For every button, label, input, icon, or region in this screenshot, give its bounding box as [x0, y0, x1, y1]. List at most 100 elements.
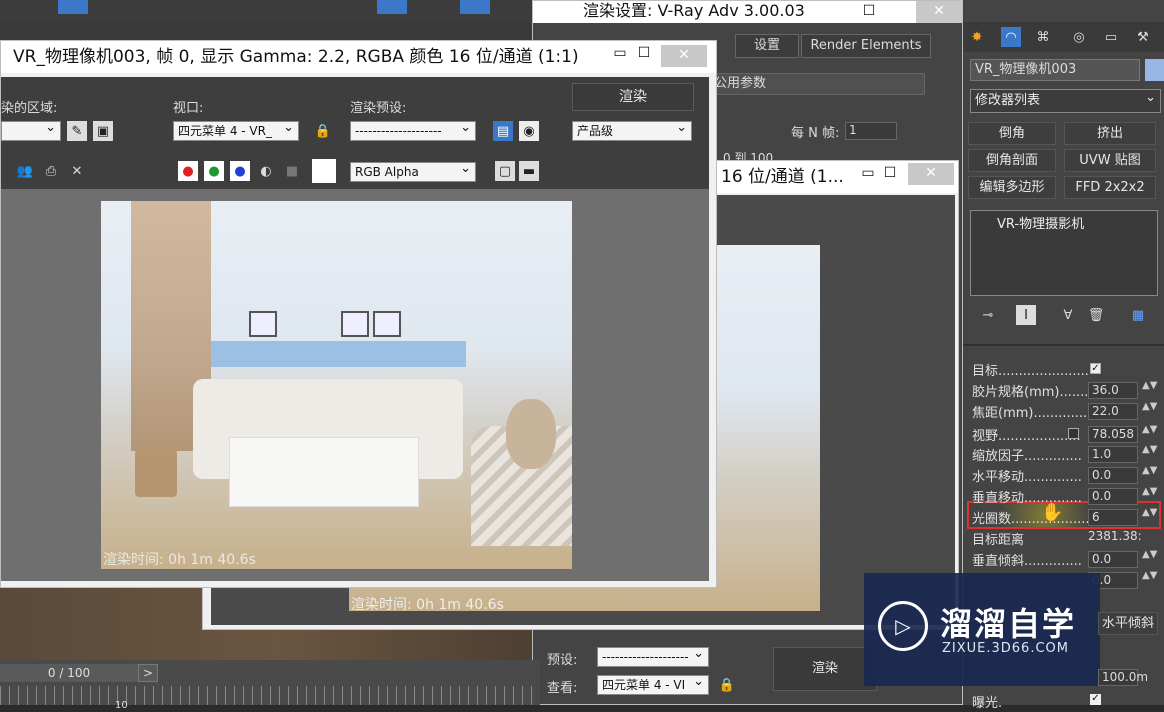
viewport-label: 视口: [173, 101, 204, 116]
view-label: 查看: [547, 681, 578, 696]
param-value[interactable]: 0.0 [1088, 467, 1138, 484]
modifier-edit-poly-button[interactable]: 编辑多边形 [968, 176, 1056, 199]
blue-channel-button[interactable]: ● [230, 161, 250, 181]
remove-modifier-icon[interactable]: 🗑 [1086, 305, 1106, 325]
background-color-swatch[interactable] [312, 159, 336, 183]
modifier-ffd-button[interactable]: FFD 2x2x2 [1064, 176, 1156, 199]
create-tab-icon[interactable]: ✸ [967, 27, 987, 47]
configure-sets-icon[interactable]: ▦ [1128, 305, 1148, 325]
lock-icon[interactable]: 🔒 [313, 121, 333, 141]
viewport-select[interactable]: 四元菜单 4 - VR_ [173, 121, 299, 141]
spinner-arrows[interactable]: ▲▼ [1142, 550, 1157, 568]
param-value[interactable]: 1.0 [1088, 446, 1138, 463]
preset-save-icon[interactable]: ◉ [519, 121, 539, 141]
next-frame-button[interactable]: > [138, 664, 158, 682]
object-name-field[interactable]: VR_物理像机003 [970, 59, 1140, 81]
preset-load-icon[interactable]: ▤ [493, 121, 513, 141]
quality-select[interactable]: 产品级 [572, 121, 692, 141]
modifier-bevel-button[interactable]: 倒角 [968, 122, 1056, 145]
display-icon[interactable]: ▬ [519, 161, 539, 181]
region-edit-icon[interactable]: ✎ [67, 121, 87, 141]
param-value[interactable]: 0.0 [1088, 488, 1138, 505]
spinner-arrows[interactable]: ▲▼ [1142, 466, 1157, 484]
modifier-uvw-map-button[interactable]: UVW 贴图 [1064, 149, 1156, 172]
utilities-tab-icon[interactable]: ⚒ [1133, 27, 1153, 47]
render-preset-select[interactable]: -------------------- [350, 121, 476, 141]
display-tab-icon[interactable]: ▭ [1101, 27, 1121, 47]
stack-item-vr-camera[interactable]: VR-物理摄影机 [971, 211, 1157, 232]
region-select[interactable] [1, 121, 61, 141]
focus-spinner[interactable]: 100.0m [1098, 669, 1148, 686]
tab-settings[interactable]: 设置 [735, 34, 799, 58]
hierarchy-tab-icon[interactable]: ⌘ [1033, 27, 1053, 47]
print-icon[interactable]: ⎙ [41, 161, 61, 181]
exposure-label: 曝光. [972, 696, 1003, 711]
toolbar-highlight-button-3[interactable] [460, 0, 490, 14]
modify-tab-icon[interactable]: ◠ [1001, 27, 1021, 47]
vfb-front-close-button[interactable]: ✕ [661, 45, 707, 67]
vfb-render-button[interactable]: 渲染 [572, 83, 694, 111]
param-label: 缩放因子.............. [972, 449, 1082, 464]
render-setup-render-button[interactable]: 渲染 [773, 647, 877, 691]
spinner-arrows[interactable]: ▲▼ [1142, 487, 1157, 505]
object-color-swatch[interactable] [1145, 59, 1164, 81]
red-channel-button[interactable]: ● [178, 161, 198, 181]
make-unique-icon[interactable]: ∀ [1058, 305, 1078, 325]
param-label: 垂直移动.............. [972, 491, 1082, 506]
param-value[interactable]: 78.058 [1088, 426, 1138, 443]
param-label: 垂直倾斜.............. [972, 554, 1082, 569]
spinner-arrows[interactable]: ▲▼ [1142, 571, 1157, 589]
spinner-arrows[interactable]: ▲▼ [1142, 508, 1157, 526]
every-n-frames-spinner[interactable]: 1 [845, 122, 897, 140]
vfb-front-window: VR_物理像机003, 帧 0, 显示 Gamma: 2.2, RGBA 颜色 … [0, 40, 717, 588]
vfb-back-maximize-button[interactable]: ☐ [867, 163, 913, 185]
param-value[interactable]: 36.0 [1088, 382, 1138, 399]
param-label: 光圈数................... [972, 512, 1090, 527]
param-value[interactable]: 0.0 [1088, 551, 1138, 568]
spinner-arrows[interactable]: ▲▼ [1142, 402, 1157, 420]
horizontal-tilt-button[interactable]: 水平倾斜 [1098, 612, 1158, 635]
motion-tab-icon[interactable]: ◎ [1069, 27, 1089, 47]
lock-icon[interactable]: 🔒 [717, 675, 737, 695]
frame-slider[interactable]: 0 / 100 [0, 664, 138, 682]
modifier-extrude-button[interactable]: 挤出 [1064, 122, 1156, 145]
pin-stack-icon[interactable]: ⊸ [978, 305, 998, 325]
param-label: 水平移动.............. [972, 470, 1082, 485]
modifier-list-select[interactable]: 修改器列表 [970, 89, 1161, 113]
spinner-arrows[interactable]: ▲▼ [1142, 445, 1157, 463]
render-setup-maximize-button[interactable]: ☐ [846, 1, 892, 23]
params-separator [963, 344, 1164, 346]
preset-select[interactable]: -------------------- [597, 647, 709, 667]
clear-icon[interactable]: ✕ [67, 161, 87, 181]
watermark: ▷ 溜溜自学 ZIXUE.3D66.COM [864, 573, 1100, 686]
view-select[interactable]: 四元菜单 4 - VI [597, 675, 709, 695]
toggle-ui-icon[interactable]: ▢ [495, 161, 515, 181]
channel-select[interactable]: RGB Alpha [350, 162, 476, 182]
command-tabs: ✸ ◠ ⌘ ◎ ▭ ⚒ [963, 22, 1164, 52]
people-icon[interactable]: 👥 [15, 161, 35, 181]
region-auto-icon[interactable]: ▣ [93, 121, 113, 141]
exposure-checkbox[interactable]: ✓ [1090, 694, 1101, 705]
modifier-bevel-profile-button[interactable]: 倒角剖面 [968, 149, 1056, 172]
render-setup-close-button[interactable]: ✕ [916, 1, 962, 23]
spinner-arrows[interactable]: ▲▼ [1142, 381, 1157, 399]
coffee-table [229, 437, 419, 507]
param-value[interactable]: 22.0 [1088, 403, 1138, 420]
modifier-stack[interactable]: VR-物理摄影机 [970, 210, 1158, 296]
param-checkbox[interactable] [1068, 428, 1079, 439]
param-value[interactable]: 6 [1088, 509, 1138, 526]
alpha-icon[interactable]: ◐ [256, 161, 276, 181]
green-channel-button[interactable]: ● [204, 161, 224, 181]
toolbar-highlight-button[interactable] [58, 0, 88, 14]
common-params-rollout[interactable]: 公用参数 [703, 73, 925, 95]
tab-render-elements[interactable]: Render Elements [801, 34, 931, 58]
toolbar-highlight-button-2[interactable] [377, 0, 407, 14]
param-checkbox[interactable]: ✓ [1090, 363, 1101, 374]
vfb-back-close-button[interactable]: ✕ [908, 163, 954, 185]
mono-icon[interactable]: ■ [282, 161, 302, 181]
timeline-track[interactable] [0, 686, 540, 705]
teddy-bear-image [506, 399, 556, 469]
spinner-arrows[interactable]: ▲▼ [1142, 425, 1157, 443]
show-end-result-icon[interactable]: I [1016, 305, 1036, 325]
basket [135, 449, 177, 497]
